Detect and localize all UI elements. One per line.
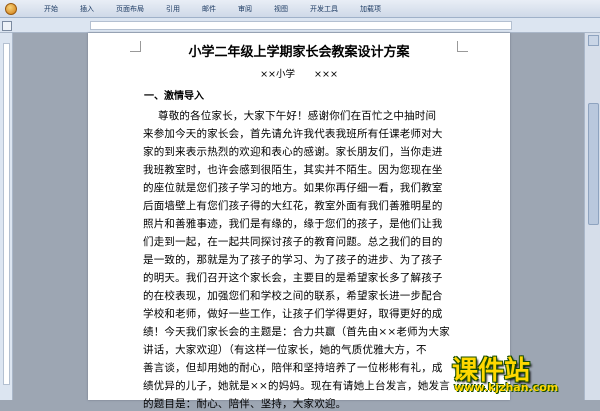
tab-view[interactable]: 视图 <box>264 0 298 18</box>
vertical-scrollbar[interactable] <box>584 33 600 400</box>
paragraph-line: 家的到来表示热烈的欢迎和表心的感谢。家长朋友们，当你走进 <box>143 146 443 158</box>
tab-references[interactable]: 引用 <box>156 0 190 18</box>
watermark-url: www.kjzhan.com <box>454 381 559 394</box>
paragraph-line: 绩优异的儿子，她就是××的妈妈。现在有请她上台发言，她发言 <box>143 380 450 392</box>
tab-mailings[interactable]: 邮件 <box>192 0 226 18</box>
paragraph-line: 是一致的，那就是为了孩子的学习、为了孩子的进步、为了孩子 <box>143 254 443 266</box>
document-title: 小学二年级上学期家长会教案设计方案 <box>188 45 410 60</box>
vertical-ruler[interactable] <box>0 33 13 400</box>
paragraph-line: 善言谈，但却用她的耐心，陪伴和坚持培养了一位彬彬有礼，成 <box>143 362 443 374</box>
ruler-toggle-icon[interactable] <box>2 21 12 31</box>
paragraph-line: 照片和善雅事迹，我们是有缘的，缘于您们的孩子，是他们让我 <box>143 218 443 230</box>
tab-home[interactable]: 开始 <box>34 0 68 18</box>
office-logo-icon <box>5 2 17 15</box>
paragraph-line: 的明天。我们召开这个家长会，主要目的是希望家长多了解孩子 <box>143 272 443 284</box>
office-button[interactable] <box>2 2 20 16</box>
document-subtitle: ××小学 ××× <box>88 66 510 80</box>
tab-insert[interactable]: 插入 <box>70 0 104 18</box>
ribbon-bar: 开始 插入 页面布局 引用 邮件 审阅 视图 开发工具 加载项 <box>0 0 600 18</box>
paragraph-line: 我班教室时，也许会感到很陌生，其实并不陌生。因为您现在坐 <box>143 164 443 176</box>
paragraph-line: 们走到一起，在一起共同探讨孩子的教育问题。总之我们的目的 <box>143 236 443 248</box>
tab-add-ins[interactable]: 加载项 <box>350 0 391 18</box>
paragraph-line: 的座位就是您们孩子学习的地方。如果你再仔细一看，我们教室 <box>143 182 443 194</box>
tab-developer[interactable]: 开发工具 <box>300 0 348 18</box>
tab-page-layout[interactable]: 页面布局 <box>106 0 154 18</box>
paragraph-line: 绩！今天我们家长会的主题是：合力共赢（首先由××老师为大家 <box>143 326 450 338</box>
paragraph-line: 讲话，大家欢迎）（有这样一位家长，她的气质优雅大方，不 <box>143 344 427 356</box>
paragraph-line: 来参加今天的家长会，首先请允许我代表我班所有任课老师对大 <box>143 128 443 140</box>
tab-review[interactable]: 审阅 <box>228 0 262 18</box>
paragraph-line: 学校和老师，做好一些工作，让孩子们学得更好，取得更好的成 <box>143 308 443 320</box>
vertical-ruler-scale <box>3 43 10 385</box>
paragraph-line: 的在校表现，加强您们和学校之间的联系，希望家长进一步配合 <box>143 290 443 302</box>
school-name: ××小学 <box>260 69 295 80</box>
ruler-scale <box>90 21 512 30</box>
paragraph-line: 尊敬的各位家长，大家下午好！感谢你们在百忙之中抽时间 <box>158 110 437 122</box>
paragraph-line: 后面墙壁上有您们孩子得的大红花，教室外面有我们善雅明星的 <box>143 200 443 212</box>
watermark-logo: 课件站 www.kjzhan.com <box>452 350 600 400</box>
paragraph-line: 的题目是：耐心、陪伴、坚持，大家欢迎。 <box>143 398 347 410</box>
document-page[interactable]: 小学二年级上学期家长会教案设计方案 ××小学 ××× 一、激情导入 尊敬的各位家… <box>88 33 510 410</box>
scroll-up-arrow-icon[interactable] <box>588 35 599 46</box>
scrollbar-thumb[interactable] <box>588 103 599 225</box>
horizontal-ruler[interactable] <box>0 18 600 33</box>
teacher-name: ××× <box>314 69 338 80</box>
section-heading: 一、激情导入 <box>144 91 204 102</box>
ribbon-tabs: 开始 插入 页面布局 引用 邮件 审阅 视图 开发工具 加载项 <box>26 0 393 18</box>
